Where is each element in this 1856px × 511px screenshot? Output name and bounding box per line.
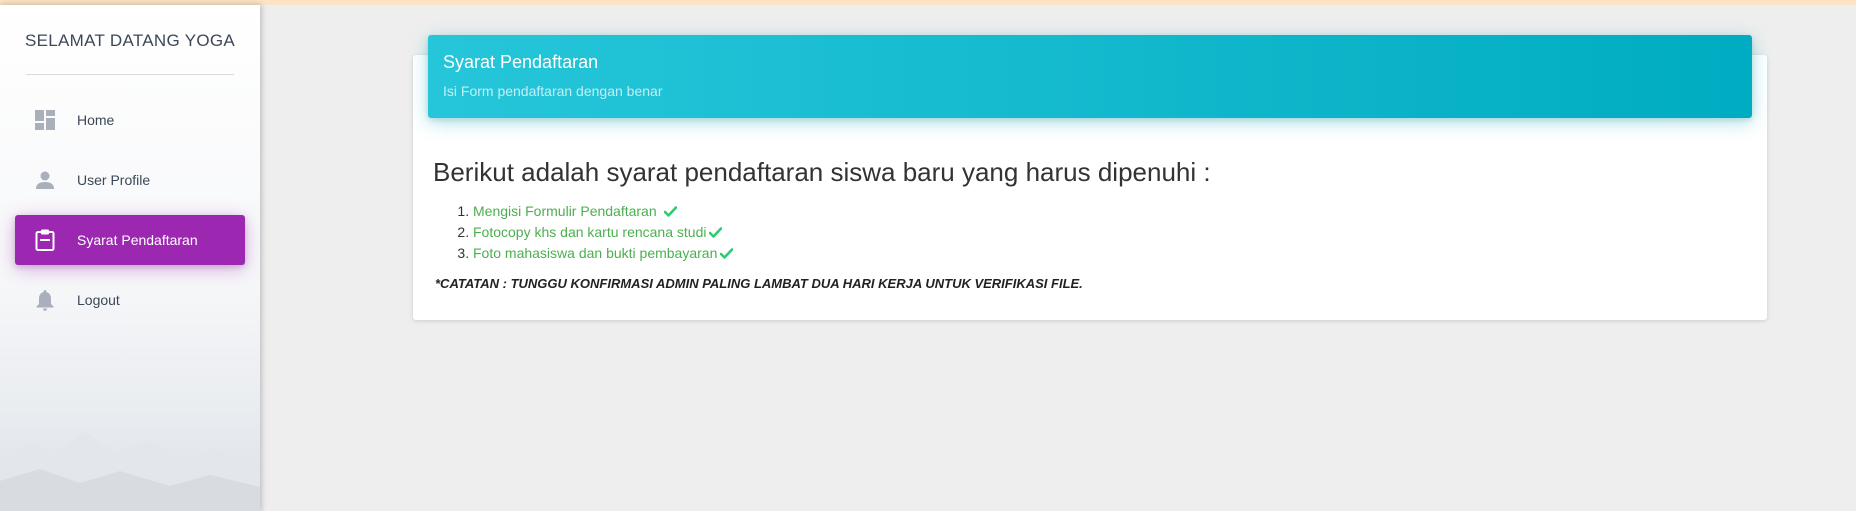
- card-header: Syarat Pendaftaran Isi Form pendaftaran …: [428, 35, 1752, 118]
- sidebar-item-logout[interactable]: Logout: [15, 275, 245, 325]
- sidebar-item-label: User Profile: [77, 172, 151, 188]
- sidebar-divider: [26, 74, 234, 75]
- list-item: Mengisi Formulir Pendaftaran: [473, 201, 733, 222]
- sidebar-item-label: Home: [77, 112, 115, 128]
- top-accent-bar: [0, 0, 1856, 5]
- sidebar-item-syarat-pendaftaran[interactable]: Syarat Pendaftaran: [15, 215, 245, 265]
- sidebar: SELAMAT DATANG YOGA Home User Profile Sy…: [0, 5, 260, 511]
- check-icon: [709, 227, 723, 238]
- clipboard-icon: [33, 228, 57, 252]
- requirements-list: Mengisi Formulir Pendaftaran Fotocopy kh…: [433, 201, 734, 264]
- list-item: Foto mahasiswa dan bukti pembayaran: [473, 243, 734, 264]
- sidebar-item-label: Syarat Pendaftaran: [77, 232, 198, 248]
- sidebar-item-home[interactable]: Home: [15, 95, 245, 145]
- requirement-text: Mengisi Formulir Pendaftaran: [473, 203, 661, 219]
- check-icon: [720, 248, 734, 259]
- sidebar-brand[interactable]: SELAMAT DATANG YOGA: [0, 31, 260, 51]
- sidebar-item-user-profile[interactable]: User Profile: [15, 155, 245, 205]
- sidebar-item-label: Logout: [77, 292, 120, 308]
- requirement-text: Fotocopy khs dan kartu rencana studi: [473, 224, 707, 240]
- card-subtitle: Isi Form pendaftaran dengan benar: [443, 83, 663, 99]
- card-title: Syarat Pendaftaran: [443, 52, 599, 72]
- list-item: Fotocopy khs dan kartu rencana studi: [473, 222, 733, 243]
- person-icon: [33, 168, 57, 192]
- verification-note: *CATATAN : TUNGGU KONFIRMASI ADMIN PALIN…: [435, 276, 1083, 291]
- sidebar-background-image: [0, 431, 260, 511]
- check-icon: [663, 206, 677, 217]
- requirements-heading: Berikut adalah syarat pendaftaran siswa …: [433, 157, 1211, 187]
- requirement-text: Foto mahasiswa dan bukti pembayaran: [473, 245, 718, 261]
- dashboard-icon: [33, 108, 57, 132]
- bell-icon: [33, 288, 57, 312]
